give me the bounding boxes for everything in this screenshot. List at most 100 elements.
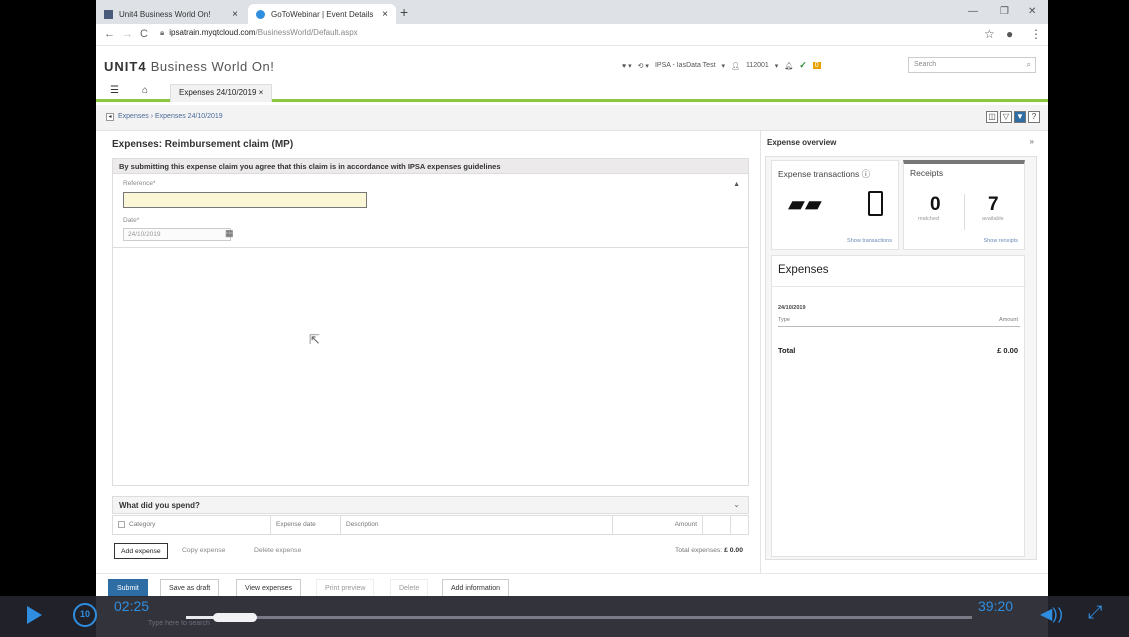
add-information-button[interactable]: Add information	[442, 579, 510, 597]
col-category[interactable]: Category	[113, 516, 271, 534]
expense-form: Expenses: Reimbursement claim (MP) By su…	[106, 131, 750, 573]
show-transactions-link[interactable]: Show transactions	[847, 238, 892, 244]
receipts-title: Receipts	[910, 168, 944, 178]
tasks-check-icon[interactable]: ✓	[799, 60, 807, 71]
delete-expense-button[interactable]: Delete expense	[254, 547, 301, 554]
select-all-checkbox[interactable]	[118, 521, 125, 528]
col-expense-date[interactable]: Expense date	[271, 516, 341, 534]
overview-title: Expense overview	[767, 138, 837, 147]
col-description[interactable]: Description	[341, 516, 613, 534]
transactions-card: Expense transactions ⓘ ▰▰ Show transacti…	[771, 160, 899, 250]
summary-total-value: £ 0.00	[997, 346, 1018, 355]
summary-date: 24/10/2019	[778, 305, 806, 311]
home-icon[interactable]: ⌂	[142, 85, 148, 96]
user-icon: 👤︎	[731, 62, 740, 70]
overview-body: Expense transactions ⓘ ▰▰ Show transacti…	[765, 156, 1037, 560]
form-workarea: ⇱	[112, 248, 749, 486]
fullscreen-icon[interactable]: ⤢	[1088, 602, 1102, 623]
save-draft-button[interactable]: Save as draft	[160, 579, 220, 597]
profile-icon[interactable]: ●	[1006, 27, 1013, 41]
print-preview-button[interactable]: Print preview	[316, 579, 375, 597]
url-path: /BusinessWorld/Default.aspx	[255, 28, 358, 37]
spend-heading: What did you spend?	[119, 501, 200, 510]
browser-window: Unit4 Business World On! × GoToWebinar |…	[96, 0, 1048, 637]
collapse-panel-icon[interactable]: »	[1030, 137, 1034, 146]
info-icon[interactable]: ⓘ	[862, 169, 871, 179]
collapse-icon[interactable]: ▲	[733, 181, 740, 188]
matched-count: 0	[930, 194, 941, 215]
back-arrow-icon[interactable]: ←	[104, 28, 115, 40]
forward-arrow-icon[interactable]: →	[122, 28, 133, 40]
taskbar-search: Type here to search	[148, 620, 210, 627]
minimize-icon[interactable]: —	[968, 6, 978, 17]
layout-view-icon[interactable]: ◫	[986, 111, 998, 123]
submit-button[interactable]: Submit	[108, 579, 148, 597]
divider	[772, 286, 1026, 287]
url-field[interactable]: 🔒︎ ipsatrain.myqtcloud.com/BusinessWorld/…	[160, 28, 358, 38]
video-frame: Unit4 Business World On! × GoToWebinar |…	[0, 0, 1129, 637]
back-button[interactable]: ◂	[106, 113, 114, 121]
expand-chevron-icon[interactable]: ⌄	[733, 500, 740, 509]
play-icon[interactable]	[27, 606, 42, 624]
available-label: available	[982, 216, 1004, 222]
seek-thumb[interactable]	[212, 613, 257, 622]
mobile-phone-icon[interactable]	[868, 191, 883, 216]
search-placeholder: Search	[914, 61, 937, 68]
date-input[interactable]: 24/10/2019	[123, 228, 231, 241]
calendar-icon[interactable]: ▦	[225, 228, 234, 239]
credit-cards-icon[interactable]: ▰▰	[788, 191, 822, 217]
breadcrumb-current: Expenses 24/10/2019	[154, 113, 223, 120]
client-selector[interactable]: IPSA - IasData Test	[655, 62, 716, 69]
view-buttons: ◫ ▽ ▼ ?	[986, 111, 1040, 123]
close-tab-icon[interactable]: ×	[259, 88, 264, 97]
header-tools: ♥ ▾ ⟲ ▾ IPSA - IasData Test ▾ 👤︎ 112001 ▾ …	[622, 60, 821, 71]
total-expenses: Total expenses: £ 0.00	[674, 547, 743, 554]
filter-view-icon[interactable]: ▽	[1000, 111, 1012, 123]
help-icon[interactable]: ?	[1028, 111, 1040, 123]
summary-type-header: Type	[778, 317, 790, 323]
rewind-10-icon[interactable]: 10	[73, 603, 97, 627]
notification-bell-icon[interactable]: 🔔︎	[784, 62, 793, 70]
chevron-down-icon: ▾	[774, 62, 779, 70]
bookmark-star-icon[interactable]: ☆	[984, 27, 995, 41]
browser-tab-strip: Unit4 Business World On! × GoToWebinar |…	[96, 0, 1048, 24]
spend-actions: Add expense Copy expense Delete expense …	[112, 543, 749, 561]
browser-tab-gotowebinar[interactable]: GoToWebinar | Event Details ×	[248, 4, 396, 24]
maximize-icon[interactable]: ❐	[1000, 6, 1009, 17]
reference-input[interactable]	[123, 192, 367, 208]
breadcrumb-root[interactable]: Expenses	[118, 113, 149, 120]
breadcrumb: ◂ Expenses › Expenses 24/10/2019	[106, 113, 223, 121]
close-window-icon[interactable]: ✕	[1028, 6, 1036, 17]
spend-section-header[interactable]: What did you spend? ⌄	[112, 496, 749, 514]
volume-icon[interactable]: ◀))	[1040, 604, 1063, 624]
add-expense-button[interactable]: Add expense	[114, 543, 168, 559]
browser-menu-icon[interactable]: ⋮	[1030, 27, 1042, 41]
copy-expense-button[interactable]: Copy expense	[182, 547, 225, 554]
selected-view-icon[interactable]: ▼	[1014, 111, 1026, 123]
history-icon[interactable]: ⟲ ▾	[638, 62, 649, 70]
menu-icon[interactable]: ☰	[110, 85, 119, 96]
close-tab-icon[interactable]: ×	[382, 9, 388, 20]
spend-table-header: Category Expense date Description Amount	[112, 515, 749, 535]
show-receipts-link[interactable]: Show receipts	[983, 238, 1018, 244]
view-expenses-button[interactable]: View expenses	[236, 579, 301, 597]
search-icon[interactable]: ⌕	[1027, 60, 1031, 70]
delete-button[interactable]: Delete	[390, 579, 429, 597]
summary-amount-header: Amount	[999, 317, 1018, 323]
search-input[interactable]: Search ⌕	[908, 57, 1036, 73]
col-amount[interactable]: Amount	[613, 516, 703, 534]
user-selector[interactable]: 112001	[746, 62, 769, 69]
unit4-favicon-icon	[104, 9, 113, 19]
video-player-controls: Type here to search 10 02:25 39:20 ◀)) ⤢	[0, 596, 1129, 637]
guidelines-notice: By submitting this expense claim you agr…	[112, 158, 749, 174]
new-tab-icon[interactable]: +	[400, 4, 408, 20]
reload-icon[interactable]: C	[140, 28, 148, 40]
favorites-heart-icon[interactable]: ♥ ▾	[622, 62, 632, 70]
lock-icon: 🔒︎	[160, 28, 165, 37]
close-tab-icon[interactable]: ×	[232, 9, 238, 20]
header-fields: Reference* Date* 24/10/2019 ▦ ▲	[112, 174, 749, 248]
seek-bar[interactable]	[186, 613, 972, 622]
browser-tab-unit4[interactable]: Unit4 Business World On! ×	[96, 4, 246, 24]
tab-expenses[interactable]: Expenses 24/10/2019 ×	[170, 84, 273, 102]
current-time: 02:25	[114, 598, 150, 614]
